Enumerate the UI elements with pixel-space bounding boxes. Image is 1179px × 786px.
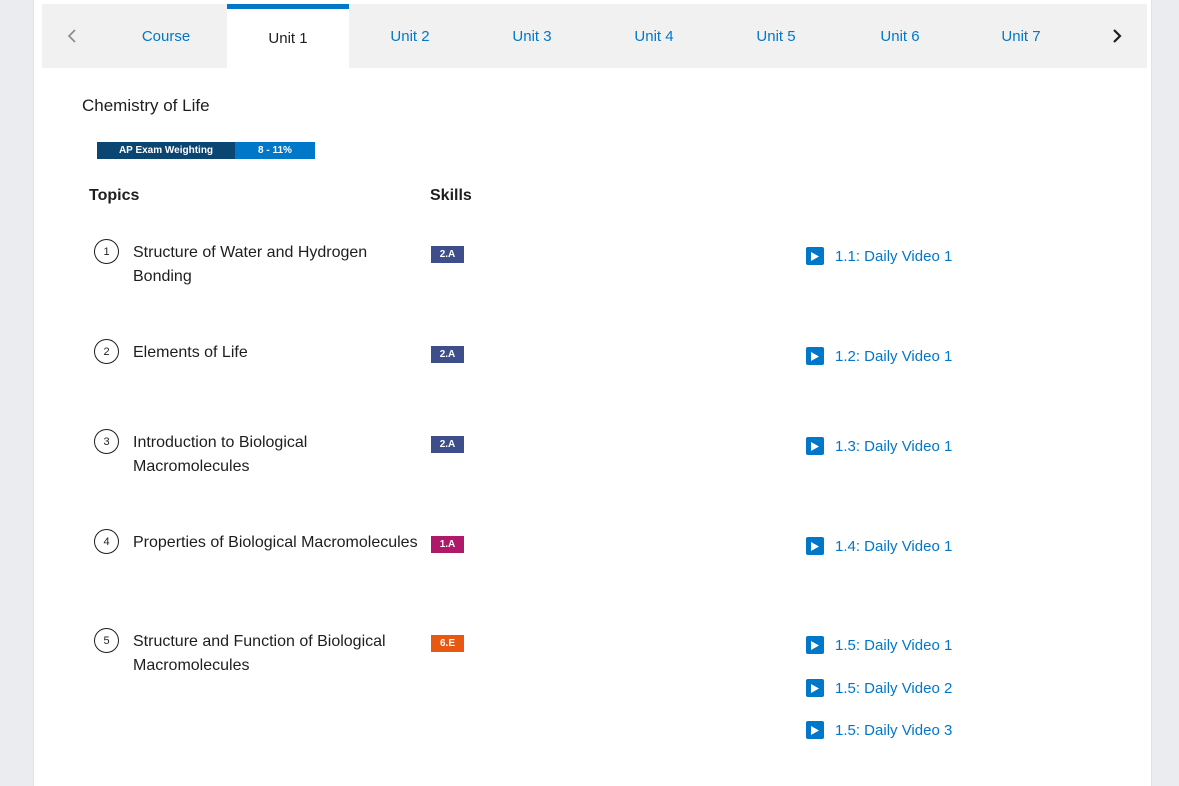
skill-badge[interactable]: 2.A [431,346,464,363]
unit-panel: Course Unit 1 Unit 2 Unit 3 Unit 4 Unit … [34,0,1151,786]
topic-number: 3 [94,429,119,454]
unit-tab-bar: Course Unit 1 Unit 2 Unit 3 Unit 4 Unit … [42,4,1147,68]
tab-unit-2[interactable]: Unit 2 [349,4,471,68]
video-label[interactable]: 1.1: Daily Video 1 [835,248,952,265]
video-label[interactable]: 1.3: Daily Video 1 [835,438,952,455]
tab-unit-4[interactable]: Unit 4 [593,4,715,68]
tab-unit-5[interactable]: Unit 5 [715,4,837,68]
skills-column-header: Skills [430,187,472,204]
video-label[interactable]: 1.5: Daily Video 3 [835,722,952,739]
exam-weighting-badge: AP Exam Weighting 8 - 11% [97,142,315,159]
chevron-right-icon [1113,29,1122,43]
topic-number: 4 [94,529,119,554]
skill-badge[interactable]: 6.E [431,635,464,652]
video-link[interactable]: 1.2: Daily Video 1 [806,345,952,367]
video-link[interactable]: 1.3: Daily Video 1 [806,435,952,457]
play-icon [806,247,824,265]
tabs-prev-button[interactable] [42,4,102,68]
chevron-left-icon [67,29,76,43]
skill-badge[interactable]: 2.A [431,246,464,263]
topics-column-header: Topics [89,187,140,204]
topic-name[interactable]: Structure of Water and Hydrogen Bonding [133,241,423,289]
video-label[interactable]: 1.4: Daily Video 1 [835,538,952,555]
tab-unit-6[interactable]: Unit 6 [839,4,961,68]
video-link[interactable]: 1.4: Daily Video 1 [806,535,952,557]
topic-number: 5 [94,628,119,653]
play-icon [806,347,824,365]
tabs-next-button[interactable] [1087,4,1147,68]
exam-weighting-value: 8 - 11% [235,142,315,159]
video-link[interactable]: 1.5: Daily Video 1 [806,634,952,656]
video-link[interactable]: 1.5: Daily Video 2 [806,677,952,699]
topic-number: 2 [94,339,119,364]
topic-number: 1 [94,239,119,264]
play-icon [806,537,824,555]
skill-badge[interactable]: 1.A [431,536,464,553]
video-link[interactable]: 1.1: Daily Video 1 [806,245,952,267]
video-label[interactable]: 1.5: Daily Video 1 [835,637,952,654]
unit-title: Chemistry of Life [82,96,210,115]
topic-name[interactable]: Structure and Function of Biological Mac… [133,630,423,678]
play-icon [806,636,824,654]
tab-unit-3[interactable]: Unit 3 [471,4,593,68]
tab-unit-1[interactable]: Unit 1 [227,4,349,68]
topic-name[interactable]: Introduction to Biological Macromolecule… [133,431,423,479]
play-icon [806,437,824,455]
video-label[interactable]: 1.5: Daily Video 2 [835,680,952,697]
play-icon [806,679,824,697]
topic-name[interactable]: Elements of Life [133,341,423,365]
video-label[interactable]: 1.2: Daily Video 1 [835,348,952,365]
tab-unit-7[interactable]: Unit 7 [960,4,1082,68]
tab-course[interactable]: Course [105,4,227,68]
play-icon [806,721,824,739]
topic-name[interactable]: Properties of Biological Macromolecules [133,531,423,555]
skill-badge[interactable]: 2.A [431,436,464,453]
video-link[interactable]: 1.5: Daily Video 3 [806,719,952,741]
exam-weighting-label: AP Exam Weighting [97,142,235,159]
